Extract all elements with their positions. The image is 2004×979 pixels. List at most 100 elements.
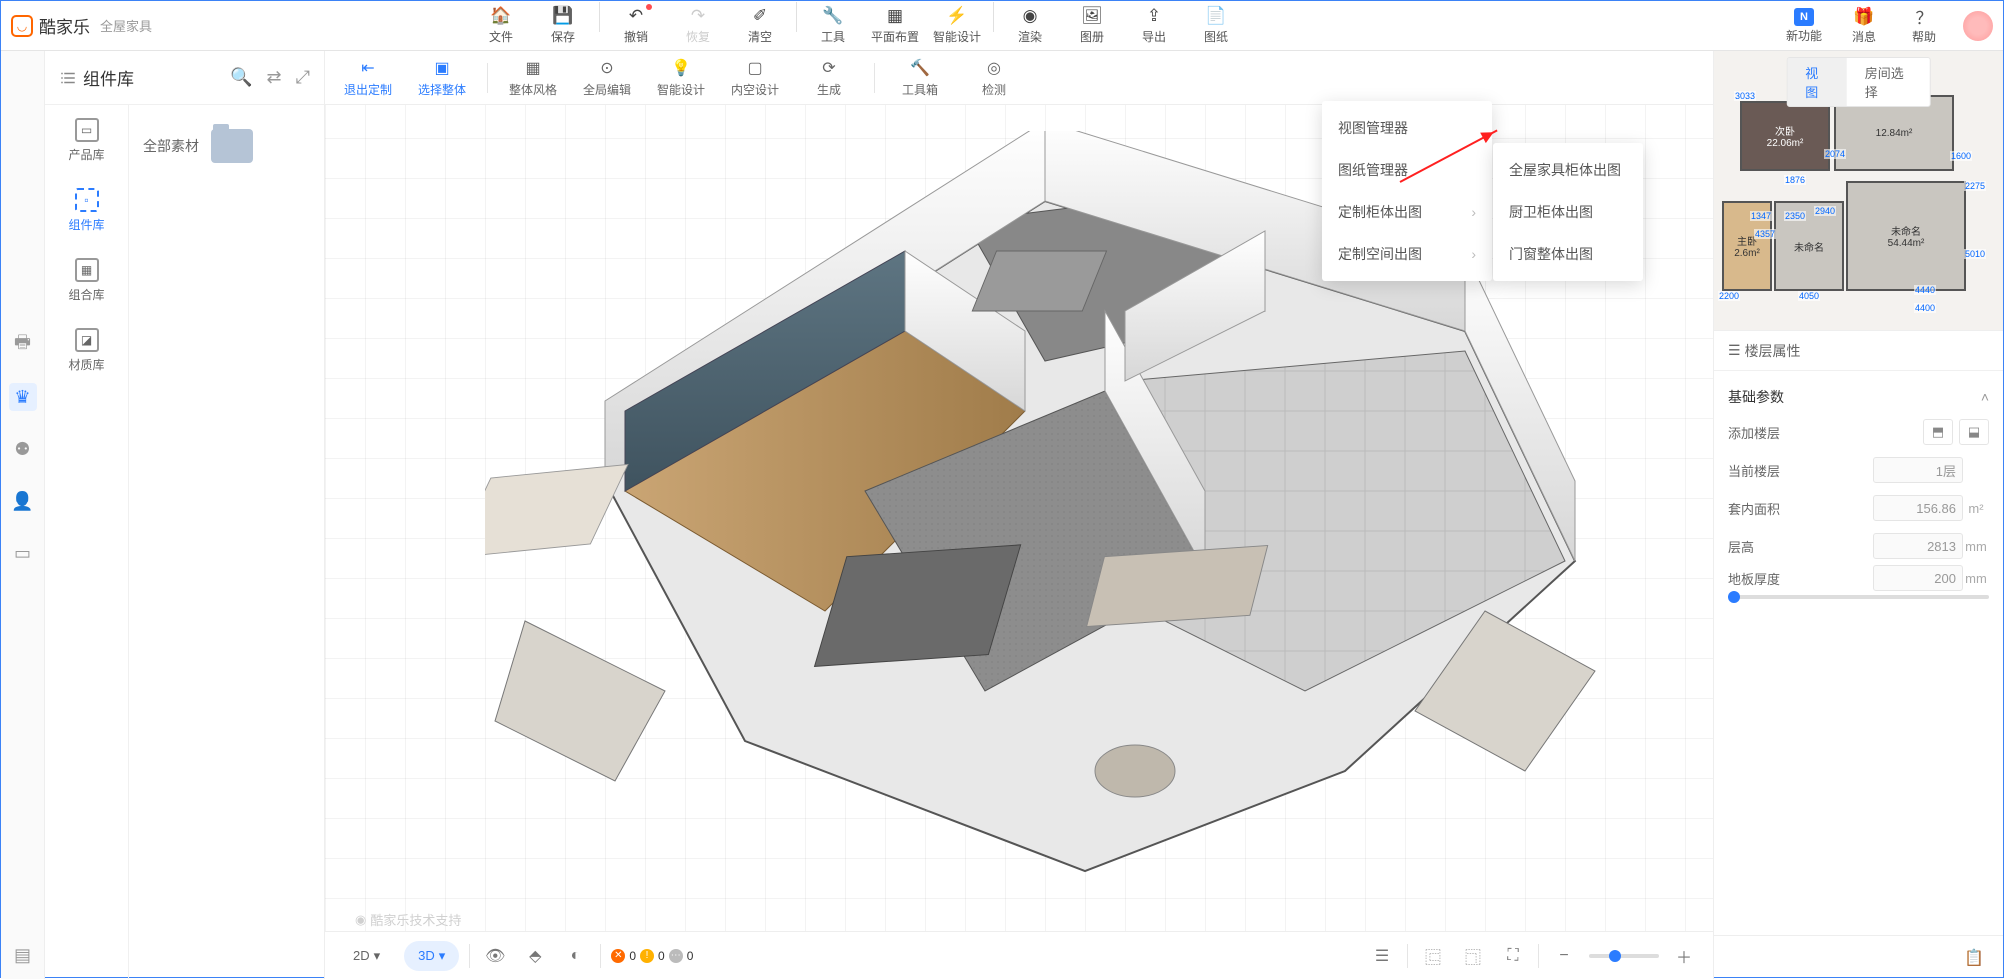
zoom-slider[interactable]	[1589, 954, 1659, 958]
fp-room-5[interactable]: 未命名54.44m²	[1846, 181, 1966, 291]
interior-button[interactable]: ▢内空设计	[720, 53, 790, 103]
toolbox-button[interactable]: 🔨工具箱	[885, 53, 955, 103]
sidebar-tab-component[interactable]: ▫组件库	[45, 175, 128, 245]
current-floor-select[interactable]: 1层	[1873, 457, 1963, 483]
eye-icon[interactable]: 👁	[480, 941, 510, 971]
user-avatar[interactable]	[1963, 11, 1993, 41]
help-button[interactable]: ？帮助	[1897, 2, 1951, 50]
fp-room-1[interactable]: 次卧22.06m²	[1740, 101, 1830, 171]
album-button[interactable]: 🖼图册	[1062, 2, 1122, 50]
clipboard-icon[interactable]: 📋	[1959, 943, 1989, 973]
row-height: 层高 2813mm	[1728, 527, 1989, 565]
list-icon: ☰	[1728, 342, 1741, 359]
rail-share-icon[interactable]: ⚉	[9, 435, 37, 463]
row-area: 套内面积 156.86m²	[1728, 489, 1989, 527]
right-panel-footer: 📋	[1714, 935, 2003, 979]
new-badge-icon: N	[1794, 8, 1814, 26]
zoom-out-icon[interactable]: −	[1549, 941, 1579, 971]
dd-cabinet-drawing[interactable]: 定制柜体出图›	[1322, 191, 1492, 233]
height-input[interactable]: 2813	[1873, 533, 1963, 559]
sidebar-tab-material[interactable]: ◪材质库	[45, 315, 128, 385]
frame-left-icon[interactable]: ⿷	[1418, 941, 1448, 971]
sub-whole-house[interactable]: 全屋家具柜体出图	[1493, 149, 1643, 191]
style-button[interactable]: ▦整体风格	[498, 53, 568, 103]
all-materials-label[interactable]: 全部素材	[143, 136, 199, 156]
caret-down-icon: ▾	[374, 948, 381, 964]
sphere-icon[interactable]: ◐	[560, 941, 590, 971]
fp-dim: 2350	[1784, 211, 1806, 221]
fp-dim: 4357	[1754, 229, 1776, 239]
export-button[interactable]: ⇪导出	[1124, 2, 1184, 50]
notification-dot-icon	[646, 4, 652, 10]
message-button[interactable]: 🎁消息	[1837, 2, 1891, 50]
slider-knob[interactable]	[1728, 591, 1740, 603]
render-button[interactable]: ◉渲染	[1000, 2, 1060, 50]
zoom-knob[interactable]	[1609, 950, 1621, 962]
clear-button[interactable]: ✐清空	[730, 2, 790, 50]
generate-button[interactable]: ⟳生成	[794, 53, 864, 103]
expand-icon[interactable]: ⤢	[296, 67, 310, 88]
fp-dim: 4400	[1914, 303, 1936, 313]
rail-printer-icon[interactable]: 🖶	[9, 331, 37, 359]
search-icon[interactable]: 🔍	[230, 67, 252, 88]
frame-right-icon[interactable]: ⿹	[1458, 941, 1488, 971]
undo-button[interactable]: ↶撤销	[606, 2, 666, 50]
sub-door[interactable]: 门窗整体出图	[1493, 233, 1643, 275]
folder-icon[interactable]	[211, 129, 253, 163]
separator	[600, 944, 601, 968]
newfeature-button[interactable]: N新功能	[1777, 2, 1831, 50]
filter-icon[interactable]: ⇄	[267, 67, 282, 88]
fullscreen-icon[interactable]: ⛶	[1498, 941, 1528, 971]
sidebar-tab-combo[interactable]: ▦组合库	[45, 245, 128, 315]
detect-button[interactable]: ◎检测	[959, 53, 1029, 103]
cube-icon[interactable]: ⬘	[520, 941, 550, 971]
view-3d-button[interactable]: 3D ▾	[404, 941, 459, 971]
smart-design-button[interactable]: 💡智能设计	[646, 53, 716, 103]
minimap-tab-room[interactable]: 房间选择	[1847, 58, 1930, 106]
separator	[874, 63, 875, 93]
props-section-head[interactable]: 基础参数˄	[1728, 381, 1989, 413]
secondary-toolbar: ⇤退出定制 ▣选择整体 ▦整体风格 ⊙全局编辑 💡智能设计 ▢内空设计 ⟳生成 …	[325, 51, 1713, 105]
rail-user-icon[interactable]: 👤	[9, 487, 37, 515]
add-floor-up-button[interactable]: ⬒	[1923, 419, 1953, 445]
thickness-slider[interactable]	[1728, 595, 1989, 599]
sidebar-content: 全部素材	[129, 105, 324, 979]
dd-view-manager[interactable]: 视图管理器	[1322, 107, 1492, 149]
sidebar-tab-product[interactable]: ▭产品库	[45, 105, 128, 175]
chevron-right-icon: ›	[1471, 246, 1476, 262]
tool-button[interactable]: 🔧工具	[803, 2, 863, 50]
wrench-icon: 🔧	[823, 6, 843, 26]
layout-button[interactable]: ▦平面布置	[865, 2, 925, 50]
globe-icon: ⊙	[596, 57, 618, 79]
smart-button[interactable]: ⚡智能设计	[927, 2, 987, 50]
canvas[interactable]: ⇤退出定制 ▣选择整体 ▦整体风格 ⊙全局编辑 💡智能设计 ▢内空设计 ⟳生成 …	[325, 51, 1713, 979]
row-current-floor: 当前楼层 1层	[1728, 451, 1989, 489]
global-edit-button[interactable]: ⊙全局编辑	[572, 53, 642, 103]
exit-icon: ⇤	[357, 57, 379, 79]
fp-dim: 1600	[1950, 151, 1972, 161]
drawing-button[interactable]: 📄图纸	[1186, 2, 1246, 50]
add-floor-down-button[interactable]: ⬓	[1959, 419, 1989, 445]
warn-dot-icon: ✕	[611, 949, 625, 963]
view-2d-button[interactable]: 2D ▾	[339, 941, 394, 971]
area-value: 156.86	[1873, 495, 1963, 521]
sub-kitchen[interactable]: 厨卫柜体出图	[1493, 191, 1643, 233]
minimap[interactable]: 次卧22.06m² 12.84m² 主卧2.6m² 未命名 未命名54.44m²…	[1714, 51, 2003, 331]
drawing-dropdown: 视图管理器 图纸管理器 定制柜体出图› 定制空间出图›	[1322, 101, 1492, 281]
minimap-tab-view[interactable]: 视图	[1787, 58, 1847, 106]
redo-button[interactable]: ↷恢复	[668, 2, 728, 50]
rail-settings-icon[interactable]: ▤	[9, 941, 37, 969]
rail-crown-icon[interactable]: ♛	[9, 383, 37, 411]
file-button[interactable]: 🏠文件	[471, 2, 531, 50]
minimap-tabs: 视图 房间选择	[1786, 57, 1931, 107]
dd-space-drawing[interactable]: 定制空间出图›	[1322, 233, 1492, 275]
zoom-in-icon[interactable]: ＋	[1669, 941, 1699, 971]
dd-drawing-manager[interactable]: 图纸管理器	[1322, 149, 1492, 191]
exit-custom-button[interactable]: ⇤退出定制	[333, 53, 403, 103]
layers-icon[interactable]: ☰	[1367, 941, 1397, 971]
thickness-input[interactable]: 200	[1873, 565, 1963, 591]
fp-dim: 4440	[1914, 285, 1936, 295]
save-button[interactable]: 💾保存	[533, 2, 593, 50]
rail-object-icon[interactable]: ▭	[9, 539, 37, 567]
select-all-button[interactable]: ▣选择整体	[407, 53, 477, 103]
